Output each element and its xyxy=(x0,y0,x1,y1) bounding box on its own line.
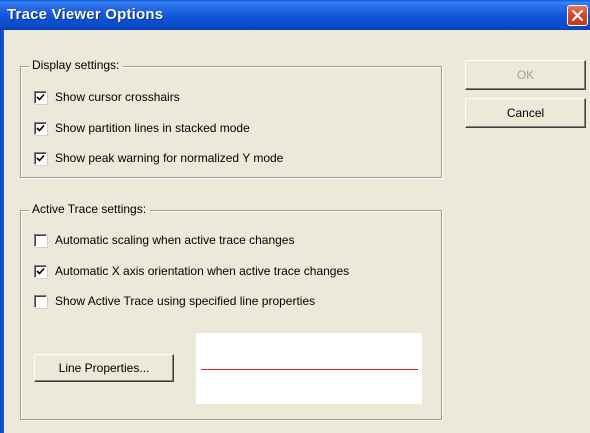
show-cursor-crosshairs-option[interactable]: Show cursor crosshairs xyxy=(34,89,180,105)
show-partition-lines-label: Show partition lines in stacked mode xyxy=(55,121,250,135)
cancel-label: Cancel xyxy=(506,106,545,120)
checkmark-icon xyxy=(36,267,45,275)
close-button[interactable] xyxy=(567,5,588,26)
title-bar[interactable]: Trace Viewer Options xyxy=(0,0,590,30)
automatic-scaling-label: Automatic scaling when active trace chan… xyxy=(55,233,295,247)
show-cursor-crosshairs-checkbox[interactable] xyxy=(34,90,47,104)
checkmark-icon xyxy=(36,124,45,132)
automatic-scaling-checkbox[interactable] xyxy=(34,233,47,247)
ok-label: OK xyxy=(516,68,535,82)
window-title: Trace Viewer Options xyxy=(7,6,164,23)
cancel-button[interactable]: Cancel xyxy=(465,98,586,128)
checkmark-icon xyxy=(36,93,45,101)
show-active-trace-checkbox[interactable] xyxy=(34,294,47,308)
show-peak-warning-checkbox[interactable] xyxy=(34,151,47,165)
checkmark-icon xyxy=(36,154,45,162)
show-peak-warning-label: Show peak warning for normalized Y mode xyxy=(55,151,284,165)
show-peak-warning-option[interactable]: Show peak warning for normalized Y mode xyxy=(34,150,283,166)
show-active-trace-option[interactable]: Show Active Trace using specified line p… xyxy=(34,293,315,309)
line-preview-sample xyxy=(201,369,418,370)
display-settings-legend: Display settings: xyxy=(29,58,124,72)
ok-button[interactable]: OK xyxy=(465,60,586,90)
automatic-scaling-option[interactable]: Automatic scaling when active trace chan… xyxy=(34,232,294,248)
show-active-trace-label: Show Active Trace using specified line p… xyxy=(55,294,316,308)
show-partition-lines-checkbox[interactable] xyxy=(34,121,47,135)
show-cursor-crosshairs-label: Show cursor crosshairs xyxy=(55,90,180,104)
line-preview-box xyxy=(196,333,422,404)
show-partition-lines-option[interactable]: Show partition lines in stacked mode xyxy=(34,120,250,136)
automatic-x-axis-orientation-label: Automatic X axis orientation when active… xyxy=(55,264,350,278)
close-icon xyxy=(572,10,583,21)
line-properties-label: Line Properties... xyxy=(58,361,150,375)
automatic-x-axis-orientation-option[interactable]: Automatic X axis orientation when active… xyxy=(34,263,349,279)
window-border xyxy=(0,30,4,433)
dialog-window: Trace Viewer Options Display settings: S… xyxy=(0,0,590,433)
line-properties-button[interactable]: Line Properties... xyxy=(34,354,174,382)
active-trace-settings-legend: Active Trace settings: xyxy=(29,202,151,216)
automatic-x-axis-orientation-checkbox[interactable] xyxy=(34,264,47,278)
